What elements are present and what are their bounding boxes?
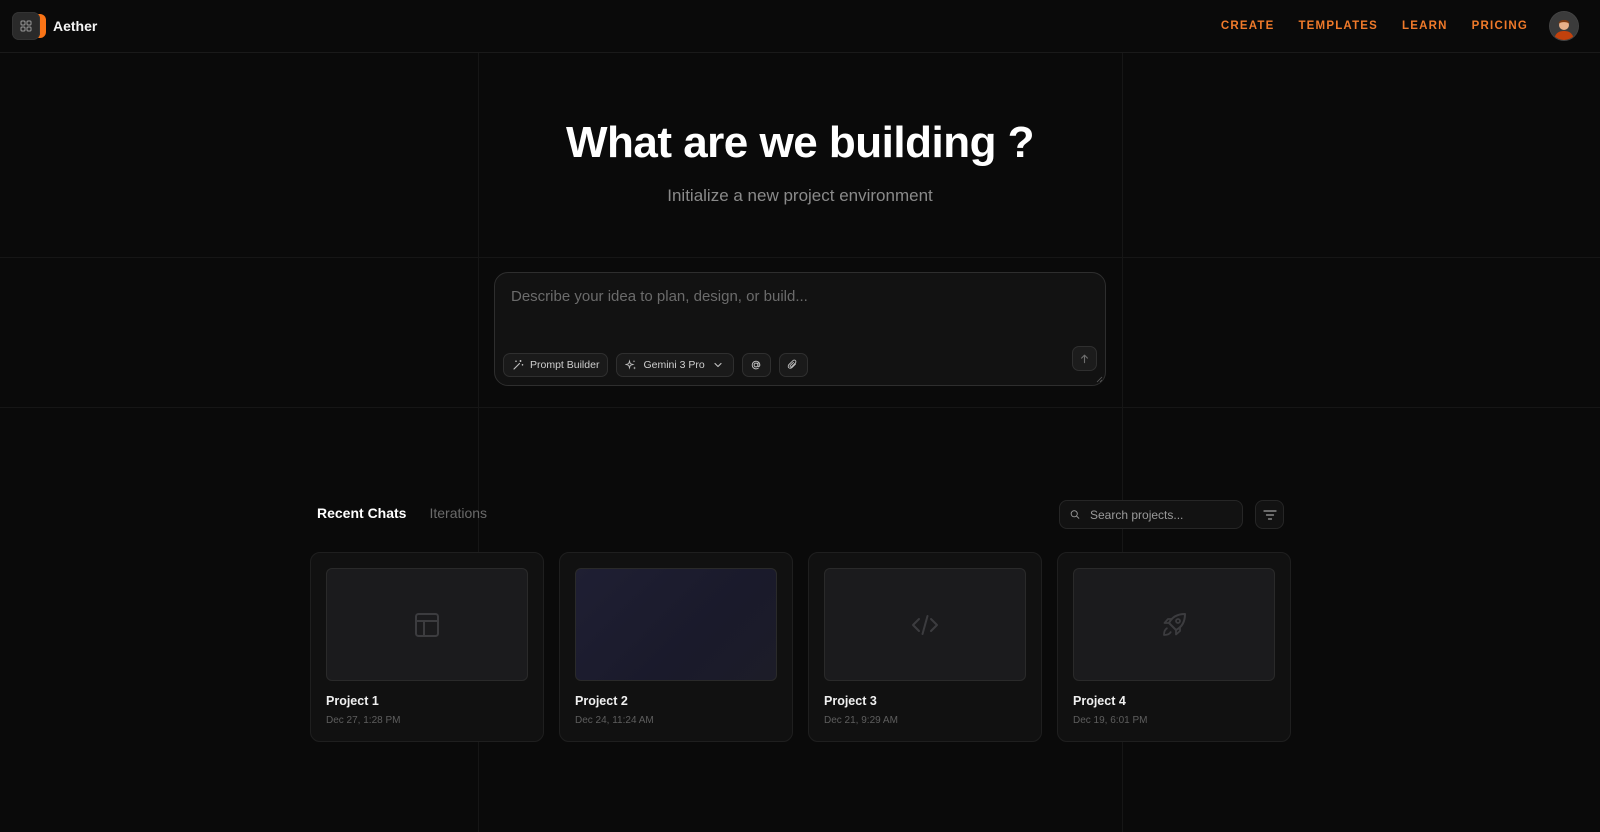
top-bar: Aether CREATE TEMPLATES LEARN PRICING bbox=[0, 0, 1600, 53]
nav-learn[interactable]: LEARN bbox=[1402, 20, 1448, 32]
send-button[interactable] bbox=[1072, 346, 1097, 371]
project-title: Project 2 bbox=[575, 694, 628, 708]
at-sign-icon bbox=[751, 360, 761, 370]
project-card[interactable]: Project 1 Dec 27, 1:28 PM bbox=[310, 552, 544, 742]
prompt-toolbar: Prompt Builder Gemini 3 Pro bbox=[503, 353, 808, 377]
nav-pricing[interactable]: PRICING bbox=[1472, 20, 1528, 32]
project-thumbnail bbox=[824, 568, 1026, 681]
model-selector[interactable]: Gemini 3 Pro bbox=[616, 353, 734, 377]
avatar[interactable] bbox=[1550, 12, 1578, 40]
recent-tabs: Recent Chats Iterations bbox=[317, 505, 487, 521]
search-icon bbox=[1070, 510, 1080, 519]
project-card[interactable]: Project 3 Dec 21, 9:29 AM bbox=[808, 552, 1042, 742]
project-date: Dec 27, 1:28 PM bbox=[326, 715, 401, 726]
prompt-box: Prompt Builder Gemini 3 Pro bbox=[494, 272, 1106, 386]
page-subtitle: Initialize a new project environment bbox=[667, 186, 933, 205]
prompt-builder-label: Prompt Builder bbox=[530, 359, 600, 371]
page-title: What are we building ? bbox=[565, 118, 1035, 167]
project-title: Project 3 bbox=[824, 694, 877, 708]
project-card[interactable]: Project 4 Dec 19, 6:01 PM bbox=[1057, 552, 1291, 742]
project-thumbnail bbox=[326, 568, 528, 681]
nav-templates[interactable]: TEMPLATES bbox=[1298, 20, 1378, 32]
user-avatar-icon bbox=[1550, 12, 1578, 40]
filter-icon bbox=[1262, 509, 1277, 520]
magic-wand-icon bbox=[513, 360, 524, 370]
code-icon bbox=[912, 614, 938, 635]
project-date: Dec 21, 9:29 AM bbox=[824, 715, 898, 726]
attach-button[interactable] bbox=[778, 353, 808, 377]
resize-handle-icon[interactable] bbox=[1095, 375, 1103, 383]
app-name: Aether bbox=[53, 18, 98, 34]
project-thumbnail bbox=[1073, 568, 1275, 681]
project-title: Project 1 bbox=[326, 694, 379, 708]
tab-recent-chats[interactable]: Recent Chats bbox=[317, 505, 406, 521]
search-box bbox=[1059, 500, 1243, 529]
filter-button[interactable] bbox=[1255, 500, 1284, 529]
arrow-up-icon bbox=[1081, 354, 1088, 363]
chevron-down-icon bbox=[714, 362, 722, 368]
layout-icon bbox=[415, 612, 439, 637]
logo-icon bbox=[12, 12, 46, 40]
project-title: Project 4 bbox=[1073, 694, 1126, 708]
search-input[interactable] bbox=[1088, 506, 1232, 523]
nav-create[interactable]: CREATE bbox=[1221, 20, 1275, 32]
mention-button[interactable] bbox=[741, 353, 771, 377]
prompt-builder-button[interactable]: Prompt Builder bbox=[503, 353, 609, 377]
page: Aether CREATE TEMPLATES LEARN PRICING Wh… bbox=[0, 0, 1600, 832]
project-date: Dec 19, 6:01 PM bbox=[1073, 715, 1148, 726]
project-grid: Project 1 Dec 27, 1:28 PM Project 2 Dec … bbox=[310, 552, 1291, 742]
rocket-icon bbox=[1163, 612, 1186, 636]
prompt-input[interactable] bbox=[509, 287, 1073, 306]
logo[interactable]: Aether bbox=[12, 12, 97, 40]
project-card[interactable]: Project 2 Dec 24, 11:24 AM bbox=[559, 552, 793, 742]
paperclip-icon bbox=[788, 359, 797, 369]
tab-iterations[interactable]: Iterations bbox=[429, 505, 487, 521]
main-nav: CREATE TEMPLATES LEARN PRICING bbox=[1221, 0, 1528, 52]
model-label: Gemini 3 Pro bbox=[643, 359, 705, 371]
project-thumbnail bbox=[575, 568, 777, 681]
project-date: Dec 24, 11:24 AM bbox=[575, 715, 654, 726]
grid-line bbox=[0, 407, 1600, 408]
sparkles-icon bbox=[625, 359, 637, 370]
grid-line bbox=[0, 257, 1600, 258]
